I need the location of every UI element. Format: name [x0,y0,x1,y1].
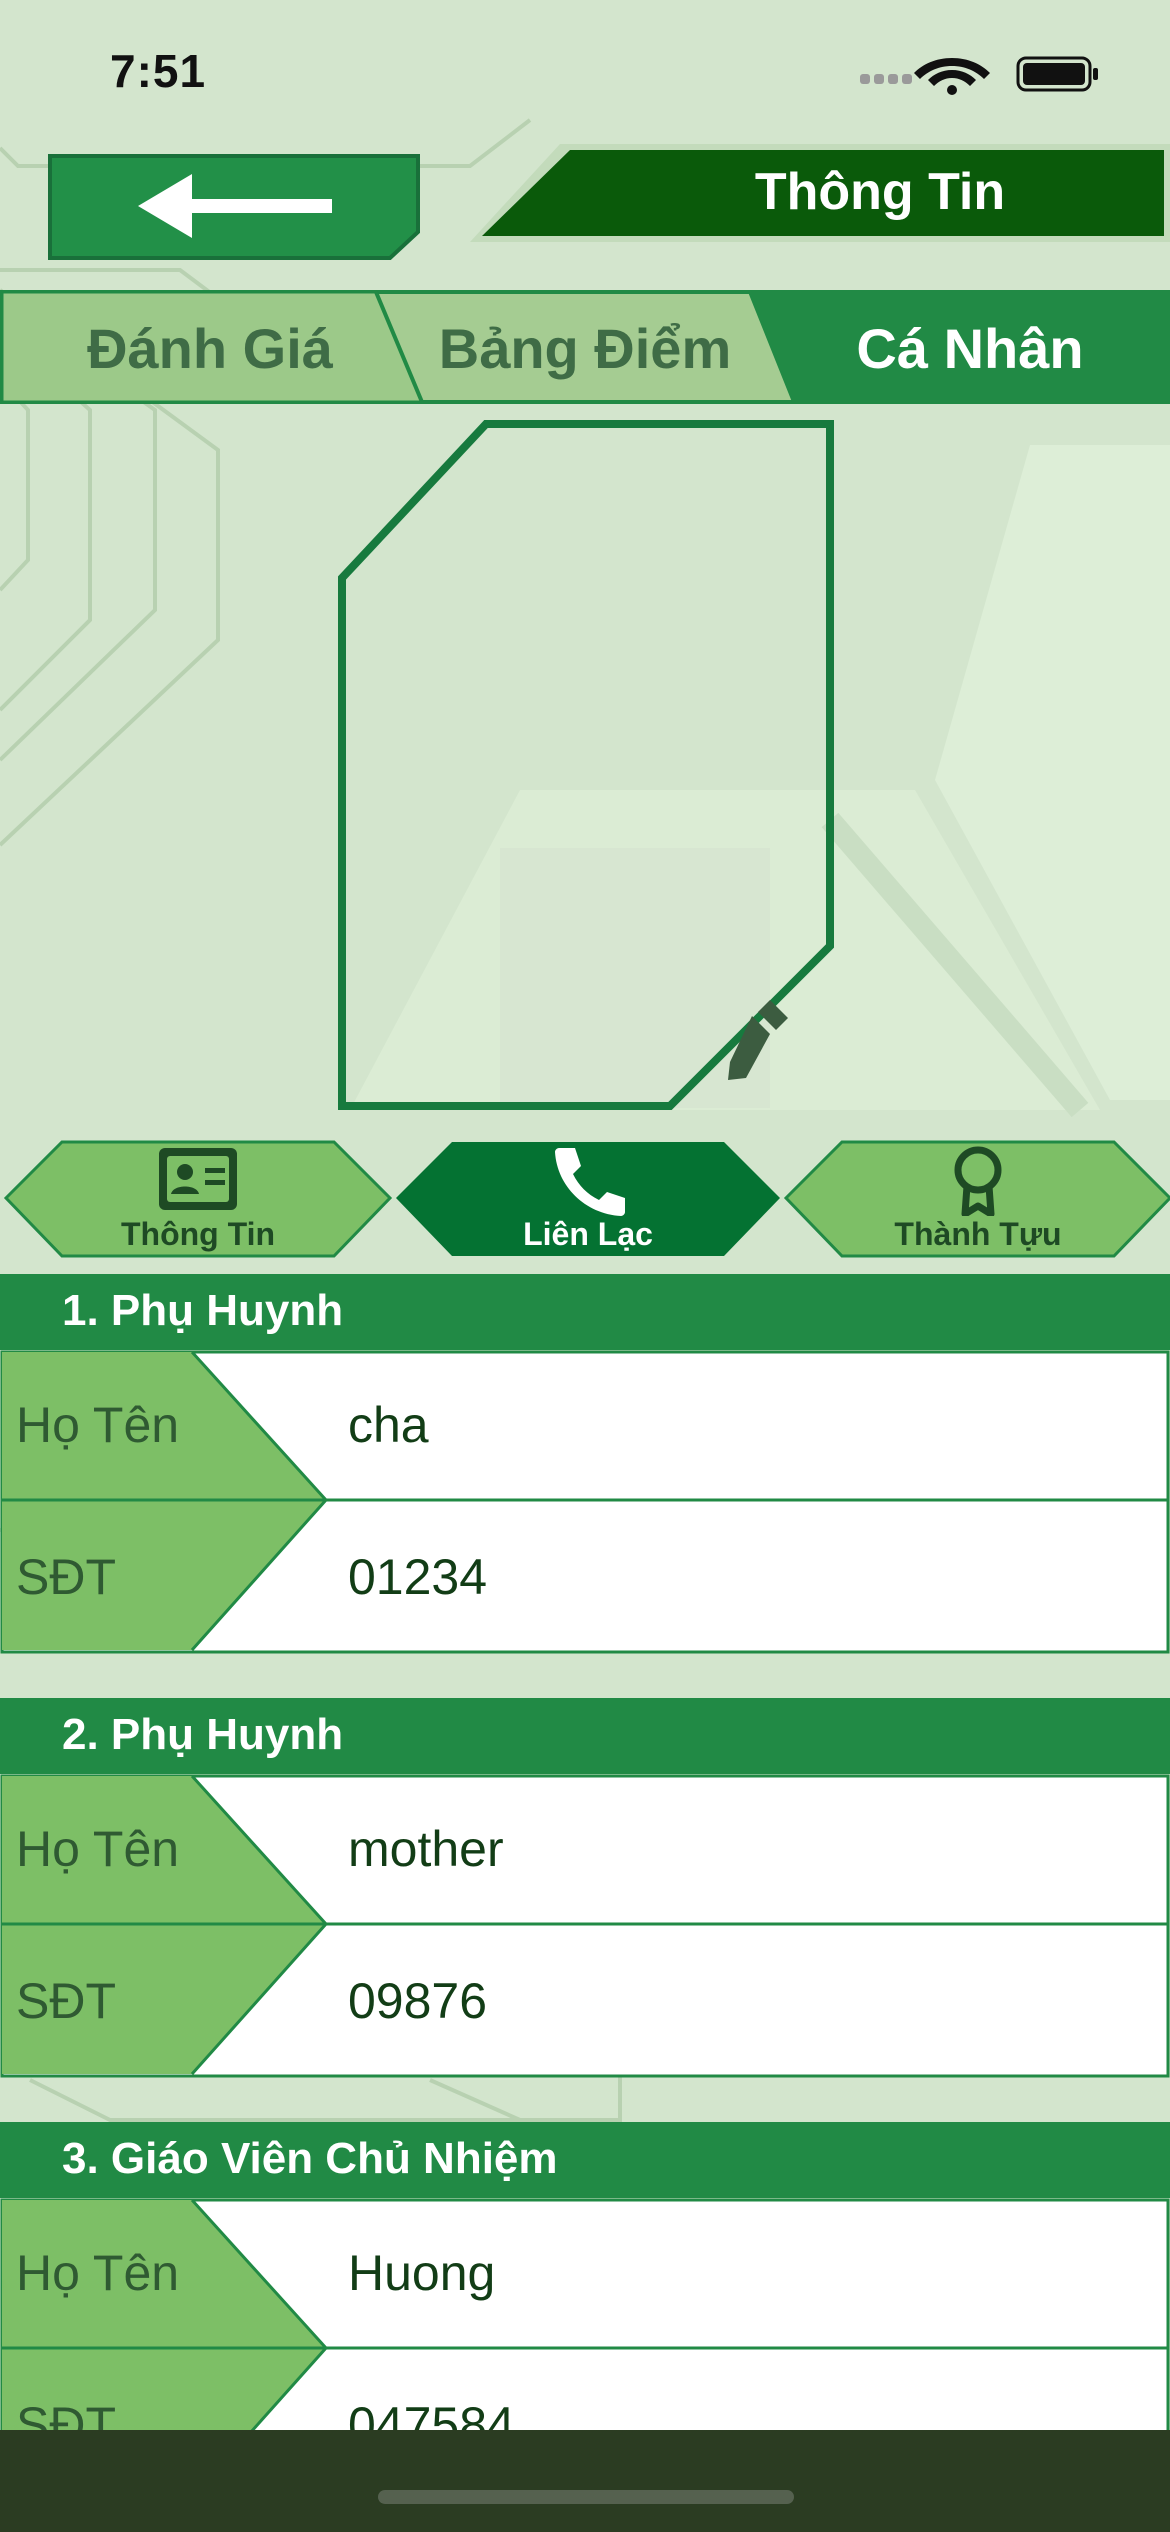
signal-icon [860,74,912,84]
segment-label: Thông Tin [120,1216,276,1252]
info-table: Họ Tên cha SĐT 01234 [0,1350,1170,1654]
home-indicator[interactable] [378,2490,794,2504]
segment-lien-lac[interactable]: Liên Lạc [390,1138,786,1260]
section-title: 2. Phụ Huynh [62,1710,344,1759]
row-label-ho-ten: Họ Tên [16,1397,180,1453]
row-value-ho-ten: mother [348,1821,504,1877]
status-time: 7:51 [110,45,207,97]
section-header: 3. Giáo Viên Chủ Nhiệm [0,2122,1170,2198]
row-value-ho-ten: cha [348,1397,429,1453]
segment-thanh-tuu[interactable]: Thành Tựu [780,1138,1170,1260]
row-value-sdt[interactable]: 01234 [348,1548,487,1606]
award-icon [954,1146,1002,1216]
segment-label: Thành Tựu [894,1216,1062,1252]
id-card-icon [159,1148,237,1210]
battery-icon [1016,56,1098,92]
phone-icon [555,1148,625,1216]
home-indicator-bar [0,2430,1170,2532]
tab-danh-gia[interactable]: Đánh Giá [30,316,390,381]
tab-ca-nhan[interactable]: Cá Nhân [780,316,1160,381]
section-header: 2. Phụ Huynh [0,1698,1170,1774]
section-title: 3. Giáo Viên Chủ Nhiệm [62,2134,558,2183]
section-header: 1. Phụ Huynh [0,1274,1170,1350]
segment-label: Liên Lạc [523,1216,653,1252]
avatar-frame[interactable] [330,418,842,1112]
row-label-ho-ten: Họ Tên [16,2245,180,2301]
tab-bang-diem[interactable]: Bảng Điểm [400,316,770,381]
segment-thong-tin[interactable]: Thông Tin [0,1138,396,1260]
page-title: Thông Tin [754,163,1006,221]
section-title: 1. Phụ Huynh [62,1286,344,1335]
wifi-icon [914,58,990,95]
row-value-sdt[interactable]: 09876 [348,1972,487,2030]
status-icons [860,52,1120,96]
info-table: Họ Tên mother SĐT 09876 [0,1774,1170,2078]
row-value-ho-ten: Huong [348,2245,496,2301]
back-button[interactable] [46,152,422,262]
row-label-sdt: SĐT [16,1973,116,2029]
row-label-ho-ten: Họ Tên [16,1821,180,1877]
row-label-sdt: SĐT [16,1549,116,1605]
